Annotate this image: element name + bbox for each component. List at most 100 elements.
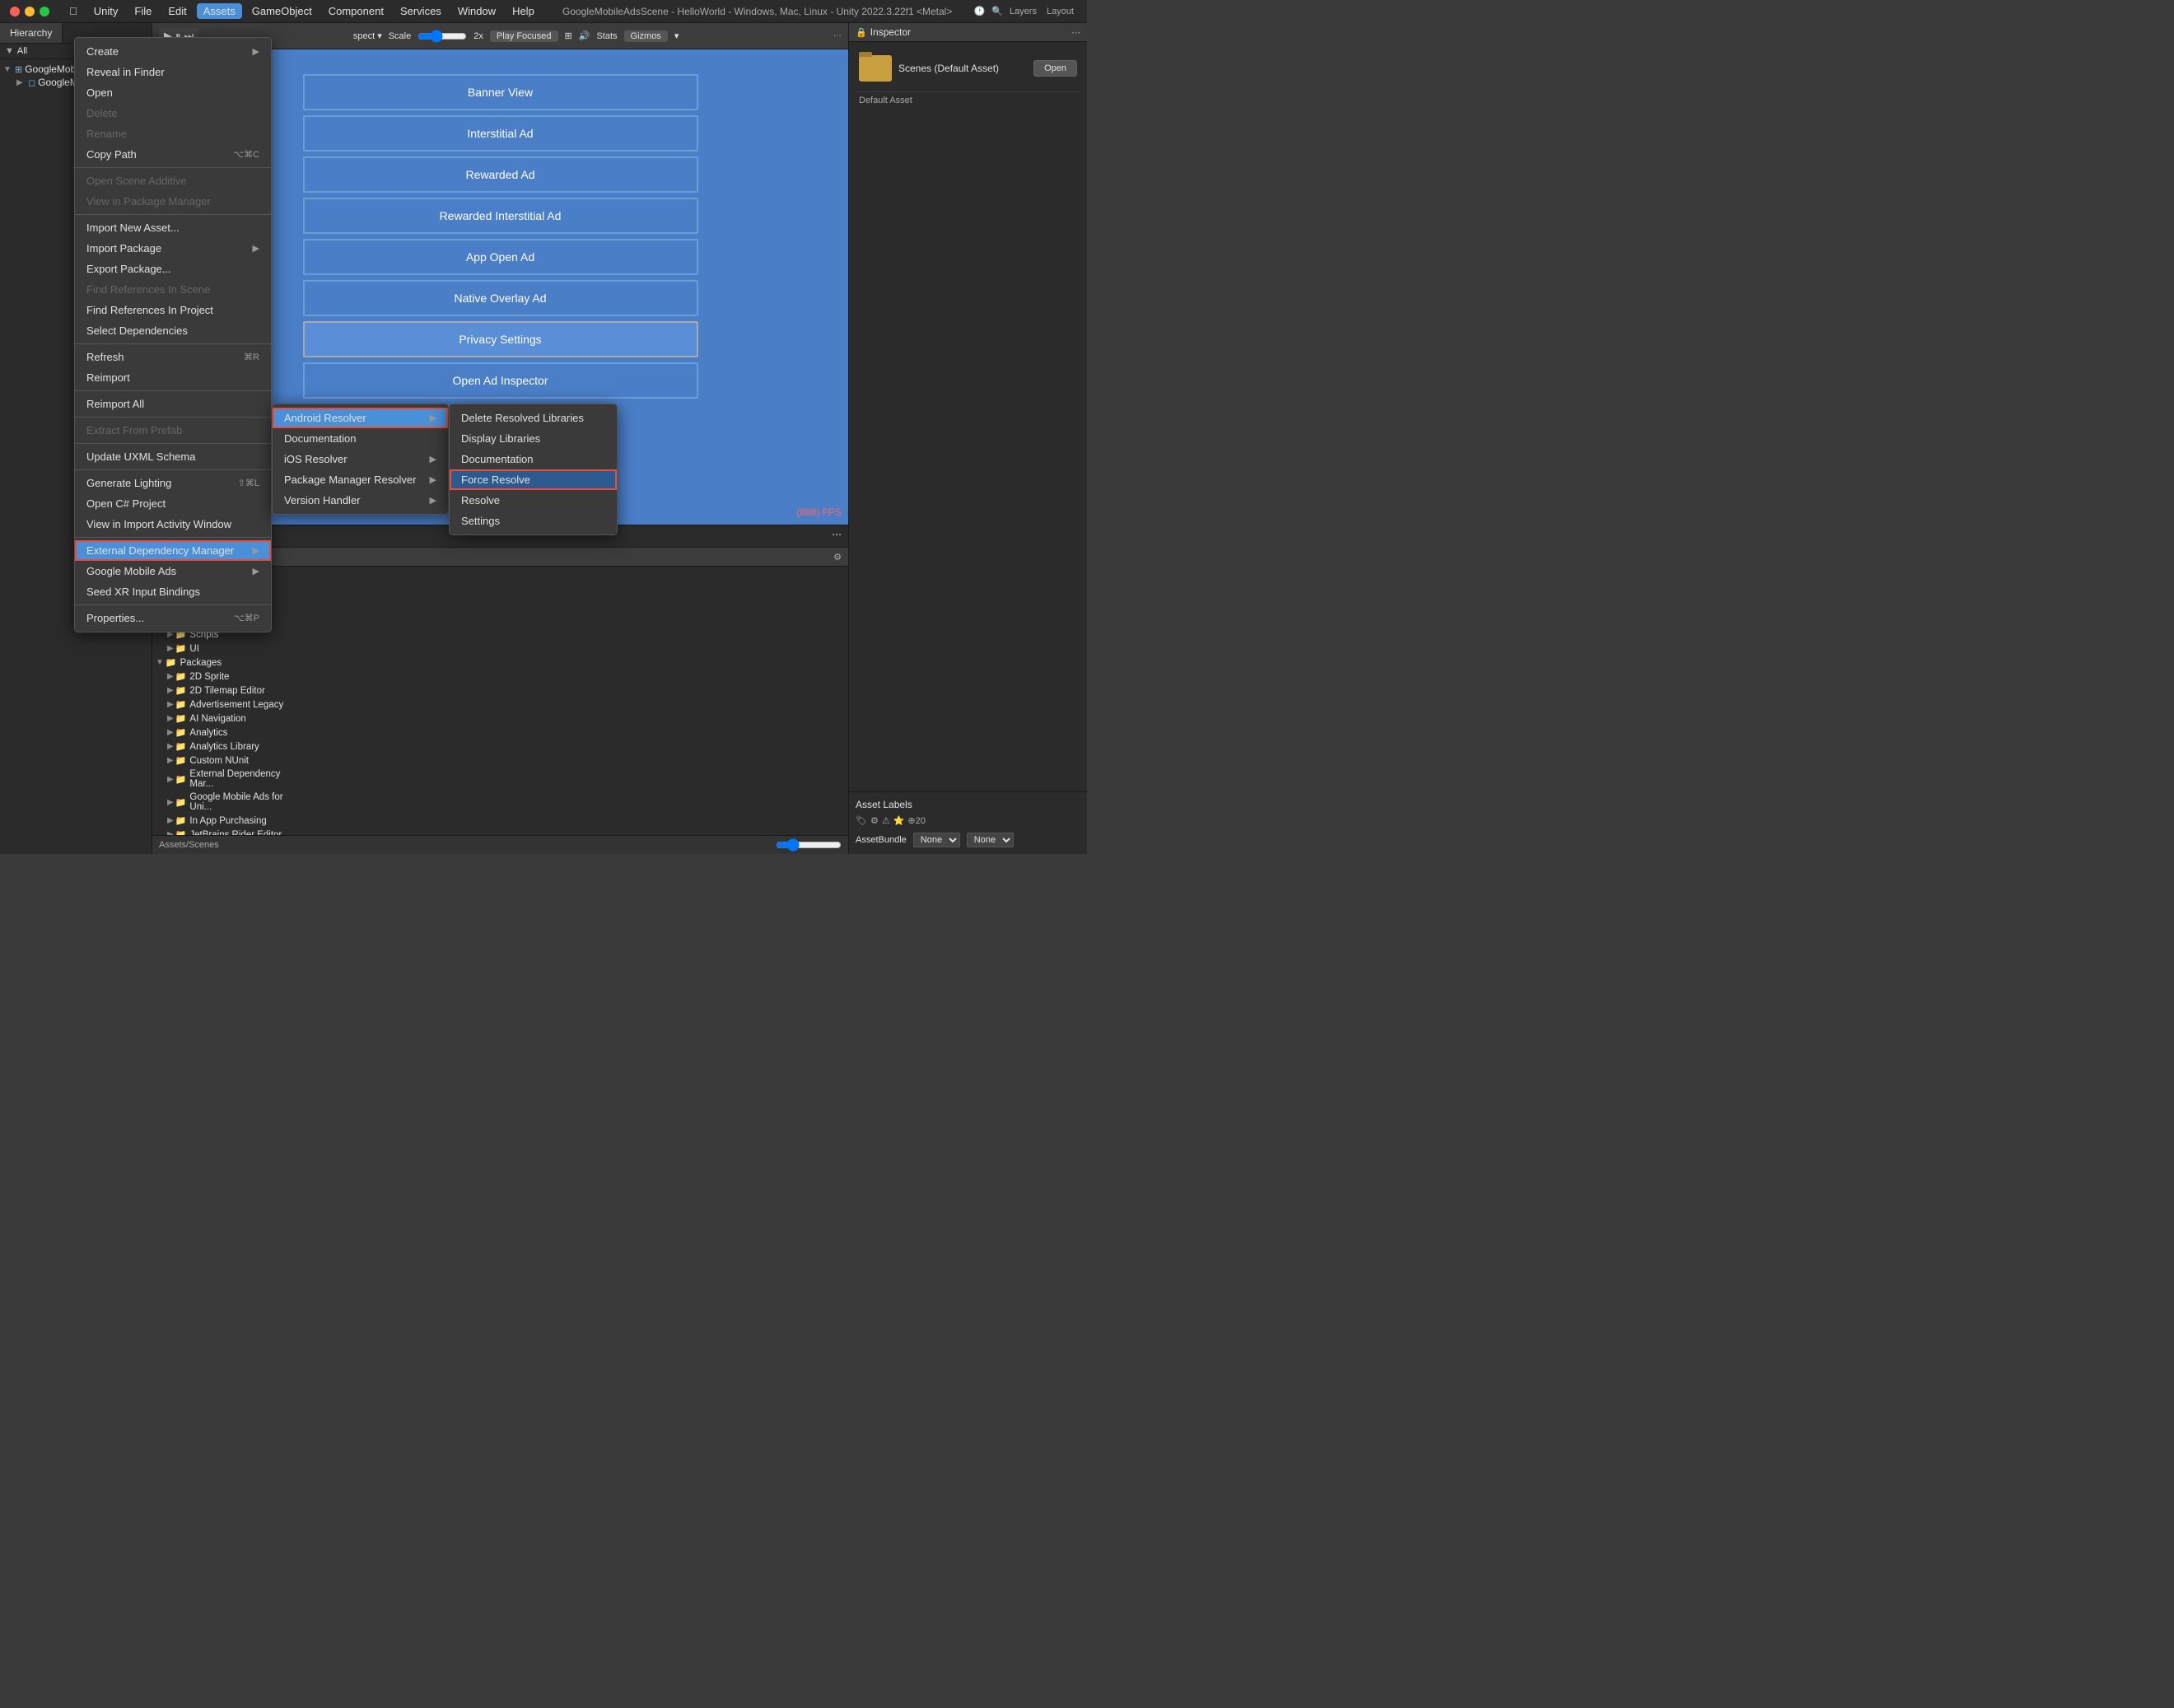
cm-import-pkg-arrow: ▶ — [253, 243, 259, 254]
label-icon3[interactable]: ⚠ — [882, 815, 890, 826]
tree-iap[interactable]: ▶ 📁 In App Purchasing — [152, 814, 305, 828]
menu-assets[interactable]: Assets — [197, 3, 242, 19]
asset-bundle-select[interactable]: None — [913, 833, 960, 847]
zoom-slider[interactable] — [776, 838, 842, 852]
sm2-doc-label: Documentation — [461, 453, 533, 465]
tree-analyticslib[interactable]: ▶ 📁 Analytics Library — [152, 740, 305, 754]
cm-create[interactable]: Create ▶ — [75, 41, 271, 62]
cm-view-import[interactable]: View in Import Activity Window — [75, 514, 271, 534]
tree-rider[interactable]: ▶ 📁 JetBrains Rider Editor — [152, 828, 305, 835]
cm-copy-path[interactable]: Copy Path ⌥⌘C — [75, 144, 271, 165]
audio-icon[interactable]: 🔊 — [579, 30, 590, 41]
toolbar-more[interactable]: ⋯ — [833, 31, 842, 40]
cm-refresh[interactable]: Refresh ⌘R — [75, 347, 271, 367]
sm2-resolve[interactable]: Resolve — [450, 490, 617, 511]
menu-file[interactable]: File — [128, 3, 158, 19]
cm-import-pkg[interactable]: Import Package ▶ — [75, 238, 271, 259]
sm2-settings[interactable]: Settings — [450, 511, 617, 531]
native-overlay-btn[interactable]: Native Overlay Ad — [303, 280, 698, 316]
sm2-delete-libs[interactable]: Delete Resolved Libraries — [450, 408, 617, 428]
sm-android-resolver[interactable]: Android Resolver ▶ — [273, 408, 448, 428]
main-context-menu[interactable]: Create ▶ Reveal in Finder Open Delete Re… — [74, 37, 272, 632]
menu-window[interactable]: Window — [451, 3, 502, 19]
cm-export-pkg[interactable]: Export Package... — [75, 259, 271, 279]
cm-open-csharp[interactable]: Open C# Project — [75, 493, 271, 514]
rewarded-interstitial-btn[interactable]: Rewarded Interstitial Ad — [303, 198, 698, 234]
cm-gen-lighting[interactable]: Generate Lighting ⇧⌘L — [75, 473, 271, 493]
cm-reveal-finder[interactable]: Reveal in Finder — [75, 62, 271, 82]
menu-help[interactable]: Help — [506, 3, 541, 19]
cm-open-scene: Open Scene Additive — [75, 170, 271, 191]
menu-edit[interactable]: Edit — [161, 3, 193, 19]
rewarded-ad-btn[interactable]: Rewarded Ad — [303, 156, 698, 193]
sm2-display-libs[interactable]: Display Libraries — [450, 428, 617, 449]
tree-nunit[interactable]: ▶ 📁 Custom NUnit — [152, 754, 305, 768]
tree-extdep[interactable]: ▶ 📁 External Dependency Mar... — [152, 768, 305, 791]
maximize-icon[interactable]: ⊞ — [565, 30, 572, 41]
cm-uxml[interactable]: Update UXML Schema — [75, 446, 271, 467]
tree-gma[interactable]: ▶ 📁 Google Mobile Ads for Uni... — [152, 791, 305, 814]
tree-2dsprite[interactable]: ▶ 📁 2D Sprite — [152, 670, 305, 684]
minimize-button[interactable] — [25, 7, 35, 16]
tree-ainav[interactable]: ▶ 📁 AI Navigation — [152, 712, 305, 726]
iap-icon: 📁 — [175, 815, 187, 826]
cm-delete-label: Delete — [86, 107, 118, 119]
cm-properties[interactable]: Properties... ⌥⌘P — [75, 608, 271, 628]
tree-packages[interactable]: ▼ 📁 Packages — [152, 656, 305, 670]
tab-hierarchy[interactable]: Hierarchy — [0, 23, 63, 43]
aspect-selector[interactable]: spect ▾ — [353, 30, 382, 41]
label-icon4[interactable]: ⭐ — [893, 815, 905, 826]
stats-btn[interactable]: Stats — [596, 31, 617, 41]
cm-open[interactable]: Open — [75, 82, 271, 103]
submenu-ext-dep[interactable]: Android Resolver ▶ Documentation iOS Res… — [272, 404, 449, 515]
bottom-more-icon[interactable]: ⋯ — [825, 525, 848, 547]
cm-ext-dep-mgr[interactable]: External Dependency Manager ▶ — [75, 540, 271, 561]
interstitial-ad-btn[interactable]: Interstitial Ad — [303, 115, 698, 152]
cm-seed-xr[interactable]: Seed XR Input Bindings — [75, 581, 271, 602]
menu-apple[interactable]:  — [63, 3, 84, 19]
asset-name: Scenes (Default Asset) — [898, 63, 1027, 74]
history-icon[interactable]: 🕐 — [974, 6, 986, 16]
cm-gma[interactable]: Google Mobile Ads ▶ — [75, 561, 271, 581]
tree-analytics[interactable]: ▶ 📁 Analytics — [152, 726, 305, 740]
sm2-documentation[interactable]: Documentation — [450, 449, 617, 469]
banner-view-btn[interactable]: Banner View — [303, 74, 698, 110]
cm-find-project[interactable]: Find References In Project — [75, 300, 271, 320]
cm-reimport-all[interactable]: Reimport All — [75, 394, 271, 414]
cm-select-deps[interactable]: Select Dependencies — [75, 320, 271, 341]
sm-version-handler[interactable]: Version Handler ▶ — [273, 490, 448, 511]
sm2-force-resolve[interactable]: Force Resolve — [450, 469, 617, 490]
menu-unity[interactable]: Unity — [87, 3, 125, 19]
label-icon1[interactable]: 🏷 — [856, 815, 867, 826]
close-button[interactable] — [10, 7, 20, 16]
privacy-settings-btn[interactable]: Privacy Settings — [303, 321, 698, 357]
lock-icon[interactable]: 🔒 — [856, 27, 867, 38]
app-open-ad-btn[interactable]: App Open Ad — [303, 239, 698, 275]
menu-component[interactable]: Component — [322, 3, 390, 19]
menu-services[interactable]: Services — [394, 3, 448, 19]
label-icon2[interactable]: ⚙ — [870, 815, 879, 826]
maximize-button[interactable] — [40, 7, 49, 16]
play-focused-btn[interactable]: Play Focused — [490, 30, 558, 42]
sm-ios-resolver[interactable]: iOS Resolver ▶ — [273, 449, 448, 469]
settings-icon[interactable]: ⚙ — [833, 552, 842, 562]
gizmos-arrow[interactable]: ▾ — [674, 30, 679, 41]
tree-adlegacy[interactable]: ▶ 📁 Advertisement Legacy — [152, 698, 305, 712]
submenu-android[interactable]: Delete Resolved Libraries Display Librar… — [449, 404, 618, 535]
inspector-more[interactable]: ⋯ — [1071, 27, 1080, 38]
sm-pkg-resolver[interactable]: Package Manager Resolver ▶ — [273, 469, 448, 490]
open-asset-button[interactable]: Open — [1033, 60, 1077, 77]
menu-gameobject[interactable]: GameObject — [245, 3, 319, 19]
cm-import-new[interactable]: Import New Asset... — [75, 217, 271, 238]
search-icon[interactable]: 🔍 — [991, 6, 1003, 16]
sm-documentation[interactable]: Documentation — [273, 428, 448, 449]
open-ad-inspector-btn[interactable]: Open Ad Inspector — [303, 362, 698, 399]
cm-open-csharp-label: Open C# Project — [86, 497, 166, 510]
scale-slider[interactable] — [418, 30, 467, 43]
tree-ui[interactable]: ▶ 📁 UI — [152, 642, 305, 656]
cm-seed-xr-label: Seed XR Input Bindings — [86, 586, 200, 598]
cm-reimport[interactable]: Reimport — [75, 367, 271, 388]
tree-tilemap[interactable]: ▶ 📁 2D Tilemap Editor — [152, 684, 305, 698]
asset-bundle-variant-select[interactable]: None — [967, 833, 1014, 847]
gizmos-btn[interactable]: Gizmos — [624, 30, 668, 42]
